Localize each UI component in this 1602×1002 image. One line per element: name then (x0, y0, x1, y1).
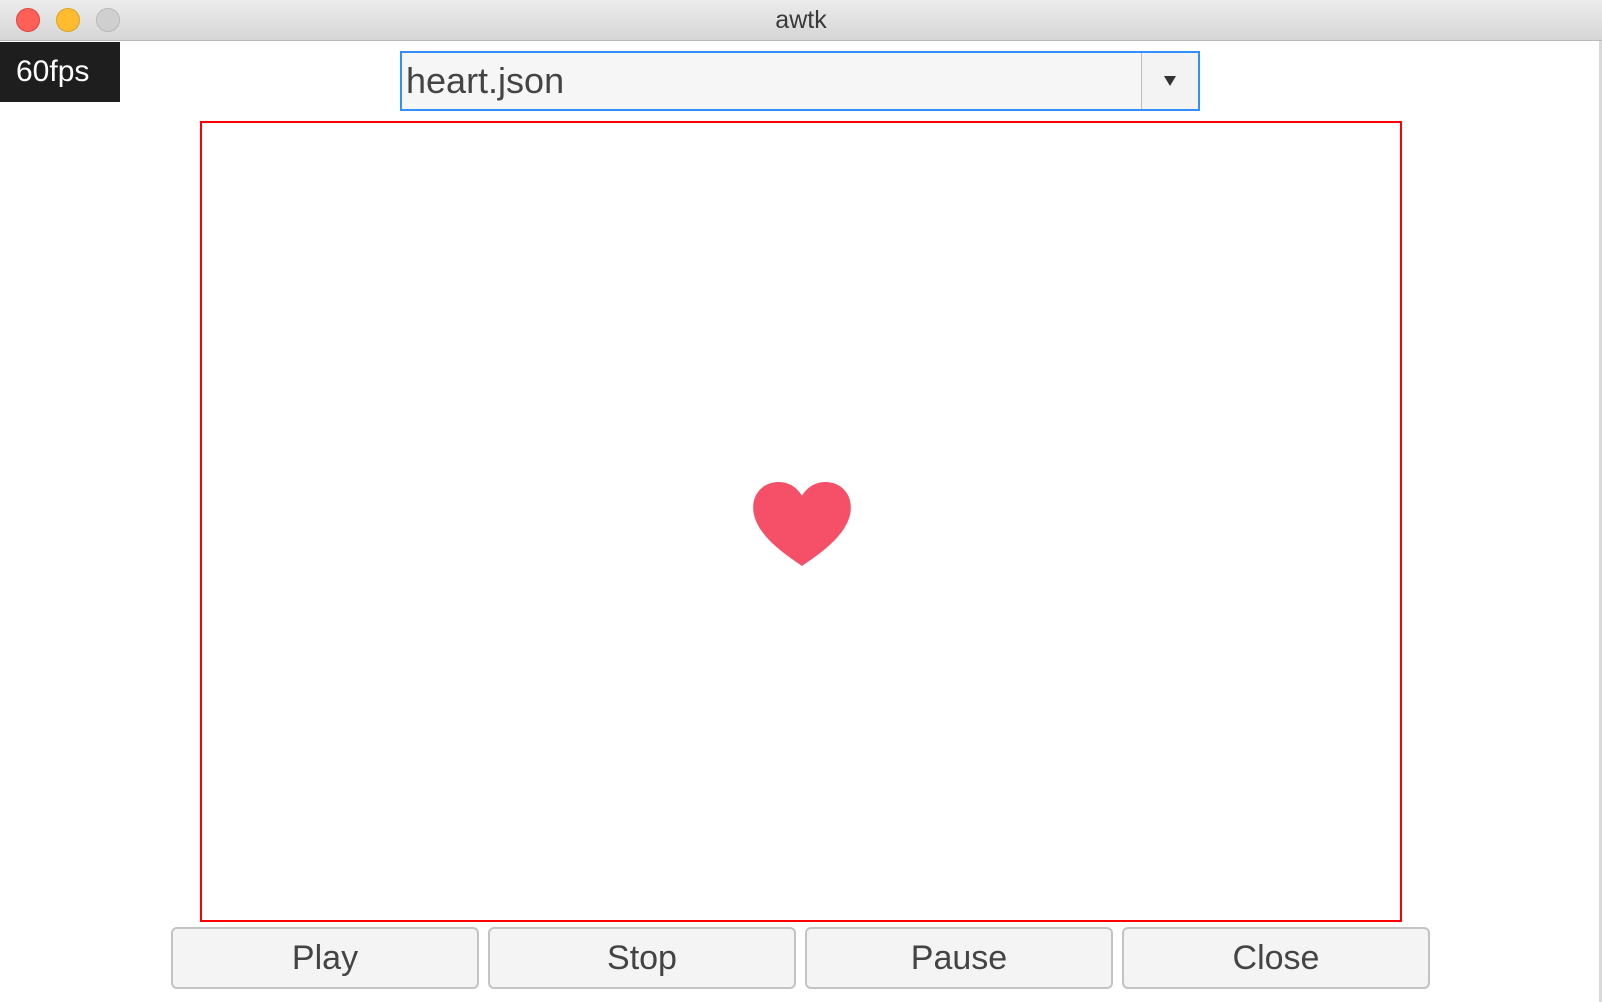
app-window: awtk 60fps heart.json Play Stop Pause Cl… (0, 0, 1602, 1002)
animation-file-combobox[interactable]: heart.json (400, 51, 1200, 111)
close-button[interactable]: Close (1122, 927, 1430, 989)
pause-button[interactable]: Pause (805, 927, 1113, 989)
heart-icon (753, 482, 851, 566)
title-bar[interactable]: awtk (0, 0, 1602, 41)
lottie-view (200, 121, 1402, 922)
triangle-down-icon (1164, 76, 1176, 86)
window-title: awtk (775, 6, 827, 34)
play-button[interactable]: Play (171, 927, 479, 989)
fps-indicator: 60fps (0, 42, 120, 102)
heart-shape (753, 482, 851, 566)
combobox-dropdown-button[interactable] (1141, 53, 1198, 109)
combobox-value: heart.json (406, 60, 565, 101)
stop-button[interactable]: Stop (488, 927, 796, 989)
